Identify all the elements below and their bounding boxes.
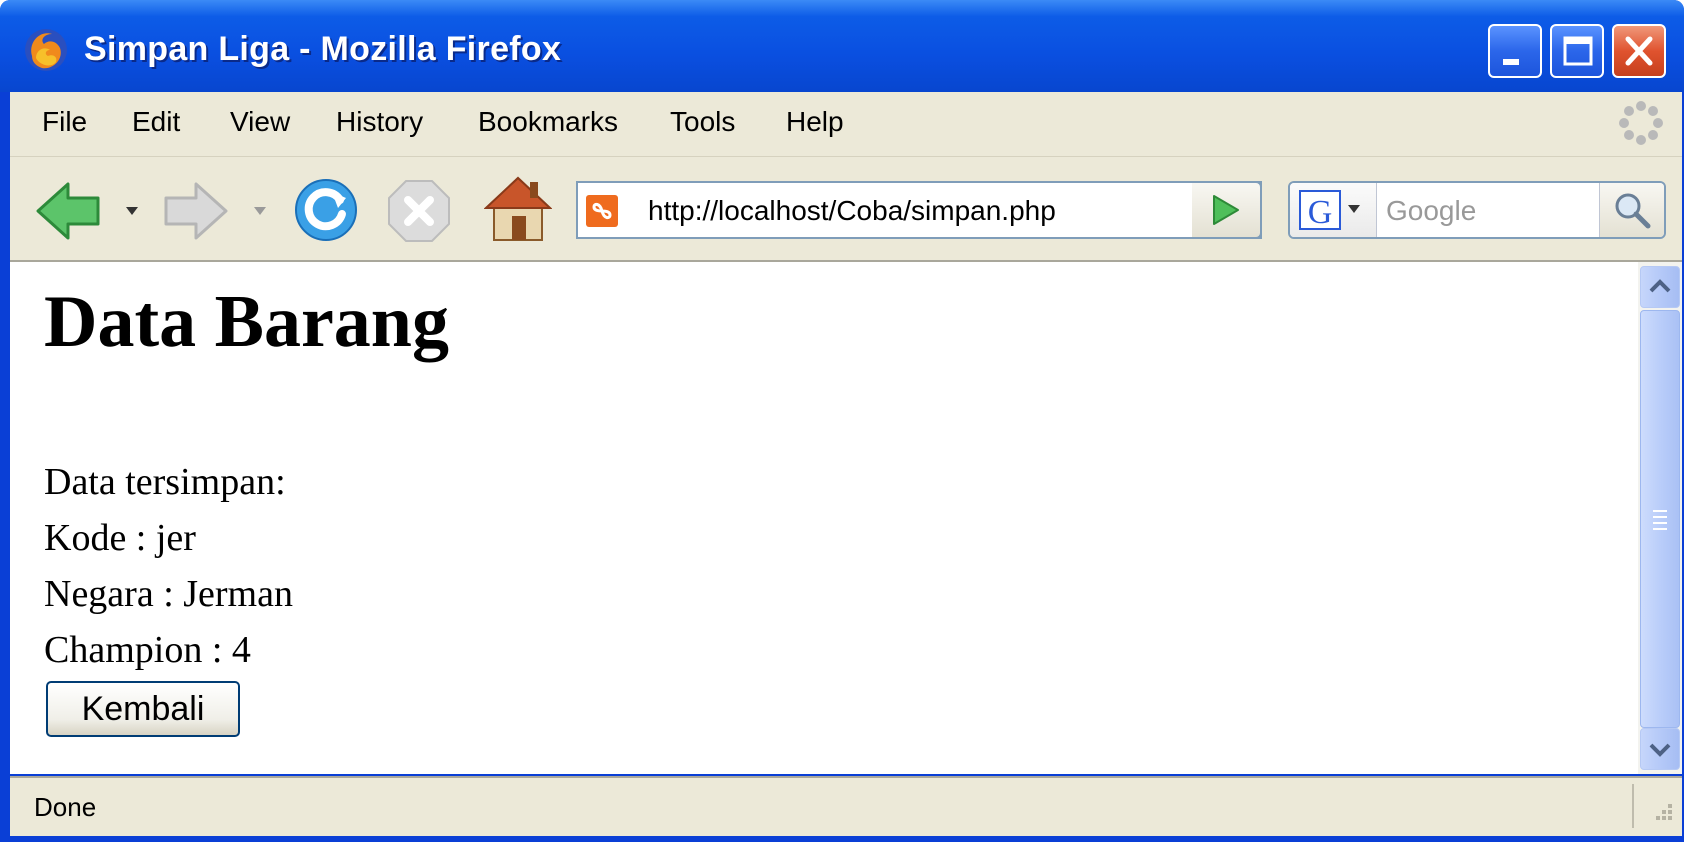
browser-window: Simpan Liga - Mozilla Firefox File Edit … — [0, 0, 1684, 842]
home-icon[interactable] — [484, 174, 552, 244]
forward-history-dropdown-icon — [254, 207, 266, 215]
page-heading: Data Barang — [44, 281, 449, 363]
google-icon: G — [1299, 190, 1360, 231]
stop-icon — [388, 180, 450, 242]
menu-bar: File Edit View History Bookmarks Tools H… — [10, 92, 1682, 157]
chevron-down-icon — [1649, 743, 1671, 757]
svg-text:G: G — [1308, 194, 1333, 231]
go-arrow-icon — [1213, 195, 1239, 225]
maximize-icon — [1563, 36, 1593, 66]
back-icon[interactable] — [36, 180, 102, 242]
reload-icon[interactable] — [292, 176, 360, 244]
kembali-button[interactable]: Kembali — [46, 681, 240, 737]
vertical-scrollbar[interactable] — [1638, 262, 1682, 774]
magnifier-icon — [1615, 193, 1651, 229]
menu-tools[interactable]: Tools — [670, 106, 735, 138]
scroll-thumb[interactable] — [1640, 310, 1680, 728]
search-engine-selector[interactable]: G — [1290, 183, 1377, 237]
menu-view[interactable]: View — [230, 106, 290, 138]
chevron-up-icon — [1649, 279, 1671, 293]
menu-edit[interactable]: Edit — [132, 106, 180, 138]
saved-label: Data tersimpan: — [44, 461, 286, 503]
negara-line: Negara : Jerman — [44, 573, 293, 615]
kode-line: Kode : jer — [44, 517, 196, 559]
window-title: Simpan Liga - Mozilla Firefox — [84, 30, 562, 68]
maximize-button[interactable] — [1550, 24, 1604, 78]
url-text[interactable]: http://localhost/Coba/simpan.php — [648, 195, 1056, 227]
go-button[interactable] — [1192, 181, 1262, 239]
close-icon — [1625, 36, 1653, 66]
status-divider — [1632, 784, 1634, 828]
menu-file[interactable]: File — [42, 106, 87, 138]
menu-history[interactable]: History — [336, 106, 423, 138]
back-history-dropdown-icon[interactable] — [124, 204, 140, 218]
minimize-button[interactable] — [1488, 24, 1542, 78]
menu-bookmarks[interactable]: Bookmarks — [478, 106, 618, 138]
menu-help[interactable]: Help — [786, 106, 844, 138]
status-bar: Done — [10, 776, 1682, 836]
grip-icon — [1653, 510, 1667, 530]
scroll-down-button[interactable] — [1640, 728, 1680, 770]
page-content: Data Barang Data tersimpan: Kode : jer N… — [10, 262, 1638, 774]
scroll-up-button[interactable] — [1640, 266, 1680, 308]
address-bar[interactable]: http://localhost/Coba/simpan.php — [576, 181, 1262, 239]
throbber-icon — [1619, 101, 1663, 145]
search-button[interactable] — [1599, 183, 1664, 237]
minimize-icon — [1503, 59, 1519, 65]
status-text: Done — [34, 792, 97, 822]
forward-icon — [164, 182, 228, 240]
title-bar: Simpan Liga - Mozilla Firefox — [0, 0, 1684, 92]
search-bar[interactable]: G Google — [1288, 181, 1666, 239]
firefox-logo-icon — [25, 29, 67, 71]
close-window-button[interactable] — [1612, 24, 1666, 78]
search-input[interactable]: Google — [1386, 195, 1476, 227]
resize-grip-icon[interactable] — [1644, 798, 1676, 830]
champion-line: Champion : 4 — [44, 629, 251, 671]
site-favicon-icon — [586, 195, 618, 227]
